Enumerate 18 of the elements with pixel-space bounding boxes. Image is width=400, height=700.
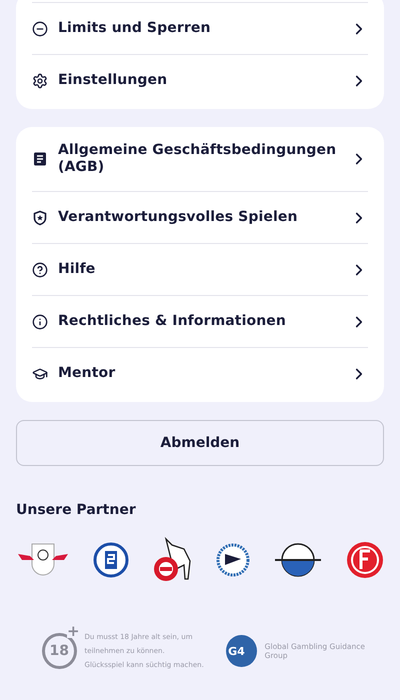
g4-logo: G4 (226, 635, 257, 667)
partners-heading: Unsere Partner (16, 502, 137, 518)
document-icon (32, 151, 48, 167)
menu-item[interactable]: Hilfe (58, 261, 340, 278)
graduation-cap-icon (32, 366, 48, 382)
help-icon (32, 262, 48, 278)
minus-circle-icon (32, 20, 48, 36)
menu-item[interactable]: Einstellungen (58, 72, 340, 89)
plus-sign: + (66, 624, 80, 638)
shield-star-icon (32, 210, 48, 226)
menu-item[interactable]: Allgemeine Geschäftsbedingungen (AGB) (58, 142, 340, 176)
menu-item[interactable]: Limits und Sperren (58, 20, 340, 37)
menu-item[interactable]: Mentor (58, 365, 340, 382)
gear-icon (32, 72, 48, 88)
logout-button[interactable]: Abmelden (16, 420, 384, 466)
info-icon (32, 314, 48, 330)
menu-item[interactable]: Rechtliches & Informationen (58, 313, 340, 330)
menu-item[interactable]: Verantwortungsvolles Spielen (58, 209, 340, 226)
